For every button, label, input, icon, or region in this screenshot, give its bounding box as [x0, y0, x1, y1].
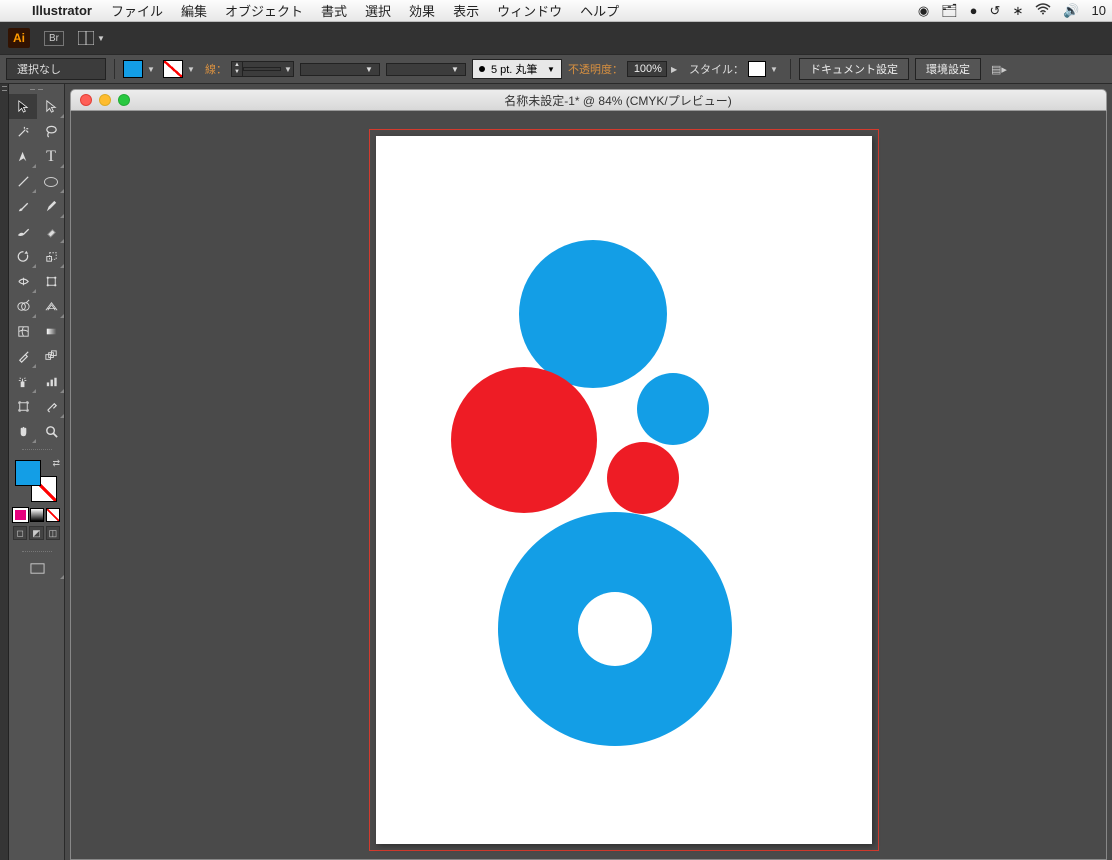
artwork-shape[interactable] — [498, 512, 732, 746]
line-tool[interactable] — [9, 169, 37, 194]
control-flyout[interactable]: ▤▸ — [987, 63, 1011, 76]
volume-icon[interactable]: 🔊 — [1057, 3, 1085, 19]
swap-fill-stroke[interactable]: ⇄ — [52, 458, 60, 469]
magic-wand-tool[interactable] — [9, 119, 37, 144]
document-titlebar[interactable]: 名称未設定-1* @ 84% (CMYK/プレビュー) — [70, 89, 1107, 111]
zoom-tool[interactable] — [37, 419, 65, 444]
artwork-shape[interactable] — [451, 367, 597, 513]
symbol-sprayer-tool[interactable] — [9, 369, 37, 394]
slice-tool[interactable] — [37, 394, 65, 419]
hand-tool[interactable] — [9, 419, 37, 444]
notification-icon[interactable]: 🗂 — [935, 3, 964, 19]
main-area: T ⇄ — [0, 84, 1112, 860]
lasso-tool[interactable] — [37, 119, 65, 144]
clock[interactable]: 10 — [1086, 3, 1112, 18]
cc-icon[interactable]: ◉ — [912, 3, 935, 19]
artwork-shape[interactable] — [519, 240, 667, 388]
draw-behind[interactable]: ◩ — [29, 526, 43, 540]
menu-view[interactable]: 表示 — [444, 1, 488, 20]
rotate-tool[interactable] — [9, 244, 37, 269]
menu-type[interactable]: 書式 — [312, 1, 356, 20]
wifi-icon[interactable] — [1029, 3, 1057, 18]
canvas[interactable] — [70, 111, 1107, 860]
stroke-dropdown[interactable]: ▼ — [187, 65, 199, 74]
fill-color[interactable] — [15, 460, 41, 486]
panel-dock-strip[interactable] — [0, 84, 9, 860]
selection-indicator: 選択なし — [6, 58, 106, 80]
control-bar: 選択なし ▼ ▼ 線： ▲▼ ▼ ▼ ▼ 5 pt. 丸筆▼ 不透明度： 100… — [0, 54, 1112, 84]
pen-tool[interactable] — [9, 144, 37, 169]
ai-logo: Ai — [8, 28, 30, 48]
vsp-dropdown[interactable]: ▼ — [300, 63, 380, 76]
opacity-label[interactable]: 不透明度： — [568, 61, 623, 77]
stroke-swatch[interactable] — [163, 60, 183, 78]
brush-def-dropdown[interactable]: ▼ — [386, 63, 466, 76]
eyedropper-tool[interactable] — [9, 344, 37, 369]
color-mode[interactable] — [13, 508, 28, 522]
ellipse-tool[interactable] — [37, 169, 65, 194]
document-title: 名称未設定-1* @ 84% (CMYK/プレビュー) — [130, 92, 1106, 109]
app-name-menu[interactable]: Illustrator — [22, 3, 102, 18]
stroke-weight-field[interactable]: ▲▼ ▼ — [231, 61, 294, 77]
menu-file[interactable]: ファイル — [102, 1, 172, 20]
chat-icon[interactable]: ● — [964, 3, 984, 18]
paintbrush-tool[interactable] — [9, 194, 37, 219]
opacity-field[interactable]: 100% — [627, 61, 667, 77]
style-dropdown[interactable]: ▼ — [770, 65, 782, 74]
column-graph-tool[interactable] — [37, 369, 65, 394]
artwork-shape[interactable] — [607, 442, 679, 514]
perspective-grid-tool[interactable] — [37, 294, 65, 319]
arrange-documents[interactable]: ▼ — [78, 31, 105, 45]
mac-menubar: Illustrator ファイル 編集 オブジェクト 書式 選択 効果 表示 ウ… — [0, 0, 1112, 22]
opacity-dropdown[interactable]: ▶ — [671, 65, 683, 74]
window-zoom[interactable] — [118, 94, 130, 106]
direct-selection-tool[interactable] — [37, 94, 65, 119]
free-transform-tool[interactable] — [37, 269, 65, 294]
app-bar: Ai Br ▼ — [0, 22, 1112, 54]
menu-effect[interactable]: 効果 — [400, 1, 444, 20]
gradient-tool[interactable] — [37, 319, 65, 344]
style-swatch[interactable] — [748, 61, 766, 77]
timemachine-icon[interactable]: ↺ — [984, 3, 1007, 19]
menu-edit[interactable]: 編集 — [172, 1, 216, 20]
selection-tool[interactable] — [9, 94, 37, 119]
shape-builder-tool[interactable] — [9, 294, 37, 319]
bluetooth-icon[interactable]: ∗ — [1006, 3, 1029, 19]
none-mode[interactable] — [46, 508, 60, 522]
bridge-button[interactable]: Br — [44, 31, 64, 46]
gradient-mode[interactable] — [30, 508, 44, 522]
eraser-tool[interactable] — [37, 219, 65, 244]
type-tool[interactable]: T — [37, 144, 65, 169]
menu-select[interactable]: 選択 — [356, 1, 400, 20]
menu-window[interactable]: ウィンドウ — [488, 1, 571, 20]
stroke-label[interactable]: 線： — [205, 61, 227, 77]
screen-mode[interactable] — [9, 556, 65, 580]
fill-stroke-controls[interactable]: ⇄ — [9, 454, 64, 506]
window-minimize[interactable] — [99, 94, 111, 106]
pencil-tool[interactable] — [37, 194, 65, 219]
scale-tool[interactable] — [37, 244, 65, 269]
width-tool[interactable] — [9, 269, 37, 294]
fill-dropdown[interactable]: ▼ — [147, 65, 159, 74]
style-label: スタイル： — [689, 61, 744, 77]
document-setup-button[interactable]: ドキュメント設定 — [799, 58, 909, 80]
fill-swatch[interactable] — [123, 60, 143, 78]
artboard[interactable] — [376, 136, 872, 844]
menu-object[interactable]: オブジェクト — [216, 1, 312, 20]
blend-tool[interactable] — [37, 344, 65, 369]
artwork-shape[interactable] — [637, 373, 709, 445]
brush-dropdown[interactable]: 5 pt. 丸筆▼ — [472, 59, 562, 79]
blob-brush-tool[interactable] — [9, 219, 37, 244]
draw-normal[interactable]: ◻ — [13, 526, 27, 540]
tools-panel: T ⇄ — [9, 84, 65, 860]
menu-help[interactable]: ヘルプ — [571, 1, 628, 20]
artboard-tool[interactable] — [9, 394, 37, 419]
preferences-button[interactable]: 環境設定 — [915, 58, 981, 80]
document-area: 名称未設定-1* @ 84% (CMYK/プレビュー) — [65, 84, 1112, 860]
draw-inside[interactable]: ◫ — [46, 526, 60, 540]
window-close[interactable] — [80, 94, 92, 106]
mesh-tool[interactable] — [9, 319, 37, 344]
